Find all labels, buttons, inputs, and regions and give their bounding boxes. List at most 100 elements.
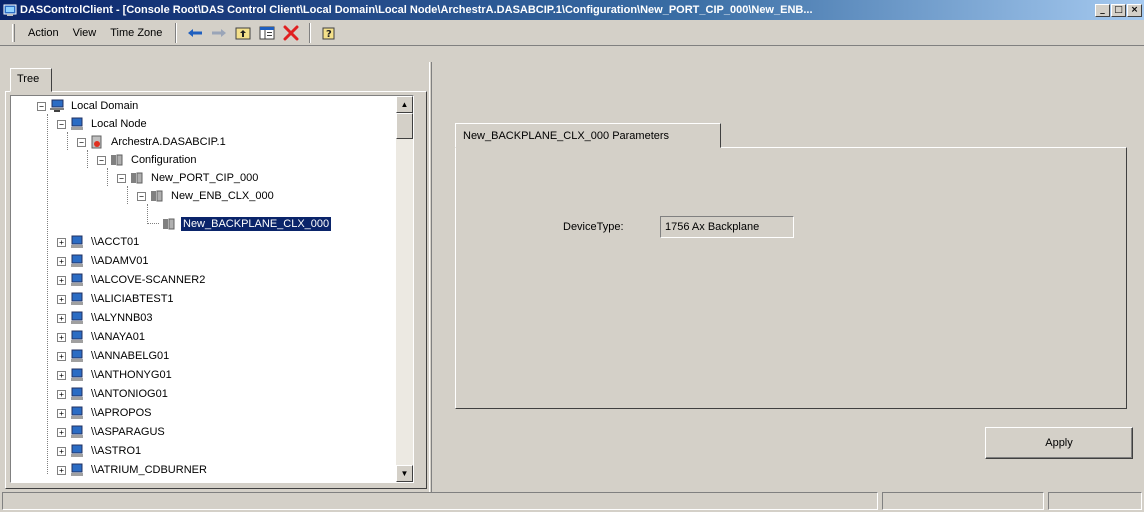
expand-toggle[interactable]: + <box>57 294 66 304</box>
tab-backplane-parameters[interactable]: New_BACKPLANE_CLX_000 Parameters <box>455 123 721 148</box>
tree-item-node[interactable]: + \\ALYNNB03 <box>57 309 155 327</box>
expand-toggle[interactable]: + <box>57 465 66 475</box>
computer-icon <box>71 117 83 130</box>
expand-toggle[interactable]: + <box>57 389 66 399</box>
tree-item-node[interactable]: + \\ATRIUM_CDBURNER <box>57 461 209 479</box>
tree-item-label: Local Domain <box>71 100 139 112</box>
show-hide-tree-button[interactable] <box>256 23 278 43</box>
expand-toggle[interactable]: + <box>57 313 66 323</box>
help-button[interactable]: ? <box>318 23 340 43</box>
collapse-toggle[interactable]: − <box>117 173 126 183</box>
menu-time-zone[interactable]: Time Zone <box>103 25 169 41</box>
tree-item-label: \\ANTHONYG01 <box>91 369 172 381</box>
tree-item-node[interactable]: + \\ADAMV01 <box>57 252 150 270</box>
config-icon <box>111 154 123 166</box>
apply-button[interactable]: Apply <box>985 427 1133 459</box>
expand-toggle[interactable]: + <box>57 256 66 266</box>
tree-item-node[interactable]: + \\ALICIABTEST1 <box>57 290 176 308</box>
tree-vertical-scrollbar[interactable]: ▲ ▼ <box>396 96 413 482</box>
computer-icon <box>71 406 83 419</box>
tree-item-archestra[interactable]: − ArchestrA.DASABCIP.1 <box>77 133 228 151</box>
tree-item-label: \\ATRIUM_CDBURNER <box>91 464 207 476</box>
tree-item-label: ArchestrA.DASABCIP.1 <box>111 136 226 148</box>
collapse-toggle[interactable]: − <box>37 101 46 111</box>
tree-item-enb-clx[interactable]: − New_ENB_CLX_000 <box>137 187 276 205</box>
backplane-icon <box>163 218 175 230</box>
tree-item-label: \\ACCT01 <box>91 236 140 248</box>
status-pane-main <box>2 492 878 510</box>
scroll-up-button[interactable]: ▲ <box>396 96 413 113</box>
port-icon <box>131 172 143 184</box>
scroll-thumb[interactable] <box>396 113 413 139</box>
tab-tree[interactable]: Tree <box>10 68 52 92</box>
computer-icon <box>71 235 83 248</box>
tree-item-label: \\ANAYA01 <box>91 331 146 343</box>
tree-item-node[interactable]: + \\ASPARAGUS <box>57 423 167 441</box>
toolbar-gripper <box>12 23 15 42</box>
tree-item-port-cip[interactable]: − New_PORT_CIP_000 <box>117 169 260 187</box>
collapse-toggle[interactable]: − <box>77 137 86 147</box>
computer-icon <box>71 463 83 476</box>
collapse-toggle[interactable]: − <box>137 191 146 201</box>
tree-item-node[interactable]: + \\ALCOVE-SCANNER2 <box>57 271 207 289</box>
device-type-label: DeviceType: <box>563 221 624 233</box>
computer-icon <box>71 273 83 286</box>
network-domain-icon <box>50 99 64 112</box>
pane-splitter[interactable] <box>429 62 432 492</box>
minimize-button[interactable]: _ <box>1095 3 1110 17</box>
tree-connector <box>127 186 128 204</box>
expand-toggle[interactable]: + <box>57 237 66 247</box>
console-tree: − Local Domain − Local Node − ArchestrA.… <box>10 95 414 483</box>
tree-item-node[interactable]: + \\ANTONIOG01 <box>57 385 170 403</box>
tree-item-node[interactable]: + \\ANAYA01 <box>57 328 147 346</box>
tree-viewport: − Local Domain − Local Node − ArchestrA.… <box>11 96 397 482</box>
delete-button[interactable] <box>280 23 302 43</box>
tree-item-node[interactable]: + \\APROPOS <box>57 404 154 422</box>
tree-connector <box>107 168 108 186</box>
forward-button[interactable] <box>208 23 230 43</box>
menu-view[interactable]: View <box>66 25 104 41</box>
red-x-icon <box>283 25 299 40</box>
tree-item-label: \\ANTONIOG01 <box>91 388 168 400</box>
window-title: DASControlClient - [Console Root\DAS Con… <box>20 4 813 16</box>
status-bar <box>0 490 1144 512</box>
tree-item-label: \\ALCOVE-SCANNER2 <box>91 274 206 286</box>
expand-toggle[interactable]: + <box>57 427 66 437</box>
menu-action[interactable]: Action <box>21 25 66 41</box>
expand-toggle[interactable]: + <box>57 275 66 285</box>
server-icon <box>91 135 102 149</box>
arrow-left-icon <box>188 28 203 37</box>
expand-toggle[interactable]: + <box>57 408 66 418</box>
show-hide-tree-icon <box>259 26 275 39</box>
title-bar: DASControlClient - [Console Root\DAS Con… <box>0 0 1144 20</box>
close-button[interactable]: × <box>1127 3 1142 17</box>
console-icon <box>3 4 17 16</box>
expand-toggle[interactable]: + <box>57 370 66 380</box>
status-pane-3 <box>1048 492 1142 510</box>
up-folder-icon <box>235 27 251 39</box>
scroll-down-button[interactable]: ▼ <box>396 465 413 482</box>
collapse-toggle[interactable]: − <box>57 119 66 129</box>
tree-item-node[interactable]: + \\ANTHONYG01 <box>57 366 174 384</box>
expand-toggle[interactable]: + <box>57 332 66 342</box>
restore-button[interactable]: □ <box>1111 3 1126 17</box>
back-button[interactable] <box>184 23 206 43</box>
expand-toggle[interactable]: + <box>57 446 66 456</box>
computer-icon <box>71 292 83 305</box>
tree-item-backplane-clx[interactable]: New_BACKPLANE_CLX_000 <box>161 215 333 233</box>
up-one-level-button[interactable] <box>232 23 254 43</box>
tree-item-label: \\ADAMV01 <box>91 255 149 267</box>
tree-connector <box>147 223 159 224</box>
tree-item-node[interactable]: + \\ANNABELG01 <box>57 347 171 365</box>
tree-item-node[interactable]: + \\ACCT01 <box>57 233 141 251</box>
tree-item-label: \\ALICIABTEST1 <box>91 293 174 305</box>
tree-item-configuration[interactable]: − Configuration <box>97 151 198 169</box>
tree-item-local-domain[interactable]: − Local Domain <box>37 97 140 115</box>
expand-toggle[interactable]: + <box>57 351 66 361</box>
tree-item-label: \\ANNABELG01 <box>91 350 170 362</box>
tree-item-node[interactable]: + \\ASTRO1 <box>57 442 143 460</box>
tree-item-local-node[interactable]: − Local Node <box>57 115 149 133</box>
collapse-toggle[interactable]: − <box>97 155 106 165</box>
computer-icon <box>71 425 83 438</box>
tree-item-label: New_PORT_CIP_000 <box>151 172 259 184</box>
